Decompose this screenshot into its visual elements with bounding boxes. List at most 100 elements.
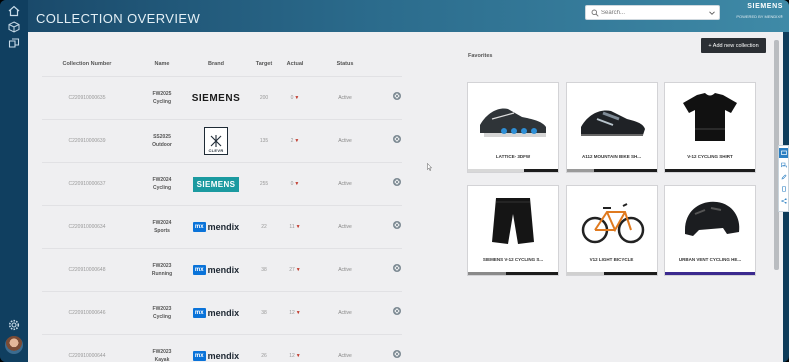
cube-icon[interactable]: [8, 21, 20, 33]
mendix-wordmark: mendix: [207, 308, 240, 318]
collection-category: Cycling: [152, 99, 172, 105]
chevron-down-icon[interactable]: [709, 10, 715, 16]
product-image: [567, 186, 657, 254]
mendix-mark: mx: [192, 265, 206, 275]
product-image: [468, 83, 558, 151]
row-action-button[interactable]: [393, 135, 401, 143]
trend-down-icon: ▼: [295, 353, 301, 359]
status-text: Active: [338, 310, 352, 316]
favorite-card[interactable]: SIEMENS V-12 CYCLING S...: [467, 185, 559, 276]
product-caption: LATTICE- 3DFW: [495, 154, 531, 159]
mendix-logo: mx mendix: [192, 308, 240, 318]
table-row[interactable]: C220910000648 FW2023 Running mx mendix 38 27▼ A…: [42, 248, 402, 291]
share-icon: [780, 198, 787, 204]
table-row[interactable]: C220910000639 SS2025 Outdoor CLEVR 135 2▼ Acti…: [42, 119, 402, 162]
pencil-icon: [781, 174, 787, 180]
trend-down-icon: ▼: [295, 310, 301, 316]
collection-season: FW2024: [152, 177, 172, 183]
table-row[interactable]: C220910000646 FW2023 Cycling mx mendix 38 12▼ A…: [42, 291, 402, 334]
shorts-icon: [492, 198, 534, 244]
progress-fill: [665, 272, 755, 275]
collection-boxes-icon[interactable]: [8, 37, 20, 49]
side-tool-chat[interactable]: [779, 148, 788, 158]
column-header-target[interactable]: Target: [250, 61, 278, 67]
collection-season: FW2023: [152, 349, 172, 355]
actual-value: 27: [289, 267, 295, 273]
progress-fill: [566, 169, 594, 172]
search-input[interactable]: [601, 7, 701, 18]
favorite-card[interactable]: A112 MOUNTAIN BIKE SH...: [565, 82, 658, 173]
side-toolbar: [778, 145, 789, 212]
row-action-button[interactable]: [393, 264, 401, 272]
home-icon[interactable]: [8, 5, 20, 17]
favorite-card[interactable]: V12 LIGHT BICYCLE: [565, 185, 658, 276]
device-icon: [781, 186, 786, 192]
side-tool-edit[interactable]: [779, 172, 788, 182]
table-row[interactable]: C220910000635 FW2025 Cycling SIEMENS 200 0▼ Ac…: [42, 76, 402, 119]
side-tool-share[interactable]: [779, 196, 788, 206]
actual-value: 0: [290, 181, 294, 187]
mendix-mark: mx: [192, 222, 206, 232]
side-tool-device[interactable]: [779, 184, 788, 194]
cog-icon: [394, 308, 400, 314]
status-text: Active: [338, 95, 352, 101]
column-header-status[interactable]: Status: [330, 61, 360, 67]
brand-cell: mx mendix: [188, 257, 244, 283]
column-header-actual[interactable]: Actual: [280, 61, 310, 67]
status-text: Active: [338, 267, 352, 273]
search-box[interactable]: [585, 5, 720, 20]
progress-bar: [665, 272, 755, 275]
main-content: Collection Number Name Brand Target Actu…: [28, 32, 783, 362]
trend-down-icon: ▼: [294, 138, 300, 144]
cog-icon: [394, 351, 400, 357]
add-new-collection-button[interactable]: + Add new collection: [701, 38, 766, 53]
actual-value: 12: [289, 353, 295, 359]
row-action-button[interactable]: [393, 178, 401, 186]
user-avatar[interactable]: [5, 336, 23, 354]
mendix-mark: mx: [192, 308, 206, 318]
table-row[interactable]: C220910000637 FW2024 Cycling SIEMENS 255 0▼ Ac…: [42, 162, 402, 205]
favorite-card[interactable]: URBAN VENT CYCLING HE...: [664, 185, 756, 276]
column-header-number[interactable]: Collection Number: [52, 61, 122, 67]
table-row[interactable]: C220910000634 FW2024 Sports mx mendix 22 11▼ Ac…: [42, 205, 402, 248]
progress-bar: [468, 169, 558, 172]
mendix-wordmark: mendix: [207, 265, 240, 275]
progress-fill: [468, 169, 524, 172]
brand-name: SIEMENS: [747, 3, 783, 10]
product-image: [567, 83, 657, 151]
mendix-logo: mx mendix: [192, 222, 239, 232]
row-action-button[interactable]: [393, 307, 401, 315]
collection-name: FW2025 Cycling: [140, 90, 184, 106]
product-caption: A112 MOUNTAIN BIKE SH...: [582, 154, 641, 159]
collection-category: Cycling: [152, 314, 172, 320]
mendix-logo: mx mendix: [192, 351, 239, 361]
table-row[interactable]: C220910000644 FW2023 Kayak mx mendix 26 12▼ Act…: [42, 334, 402, 362]
status-text: Active: [338, 224, 352, 230]
row-action-button[interactable]: [393, 350, 401, 358]
gear-icon[interactable]: [8, 319, 20, 331]
progress-bar: [566, 169, 657, 172]
collection-number: C220910000644: [68, 353, 106, 359]
column-header-brand[interactable]: Brand: [194, 61, 238, 67]
column-header-name[interactable]: Name: [140, 61, 184, 67]
row-action-button[interactable]: [393, 221, 401, 229]
brand-cell: mx mendix: [188, 214, 244, 240]
side-tool-comments[interactable]: [779, 160, 788, 170]
brand-cell: SIEMENS: [188, 171, 244, 197]
favorite-card[interactable]: LATTICE- 3DFW: [467, 82, 559, 173]
actual-value: 0: [290, 95, 294, 101]
target-value: 135: [259, 138, 269, 144]
favorite-card[interactable]: V-12 CYCLING SHIRT: [664, 82, 756, 173]
row-action-button[interactable]: [393, 92, 401, 100]
collection-name: FW2023 Kayak: [140, 348, 184, 362]
product-image: [665, 186, 755, 254]
sneaker-icon: [480, 108, 546, 137]
brand-cell: SIEMENS: [188, 85, 244, 111]
brand-cell: mx mendix: [188, 300, 244, 326]
collection-category: Outdoor: [152, 142, 172, 148]
cog-icon: [394, 93, 400, 99]
status-text: Active: [338, 181, 352, 187]
siemens-logo: SIEMENS: [192, 176, 240, 192]
target-value: 22: [261, 224, 267, 230]
collection-number: C220910000637: [68, 181, 106, 187]
